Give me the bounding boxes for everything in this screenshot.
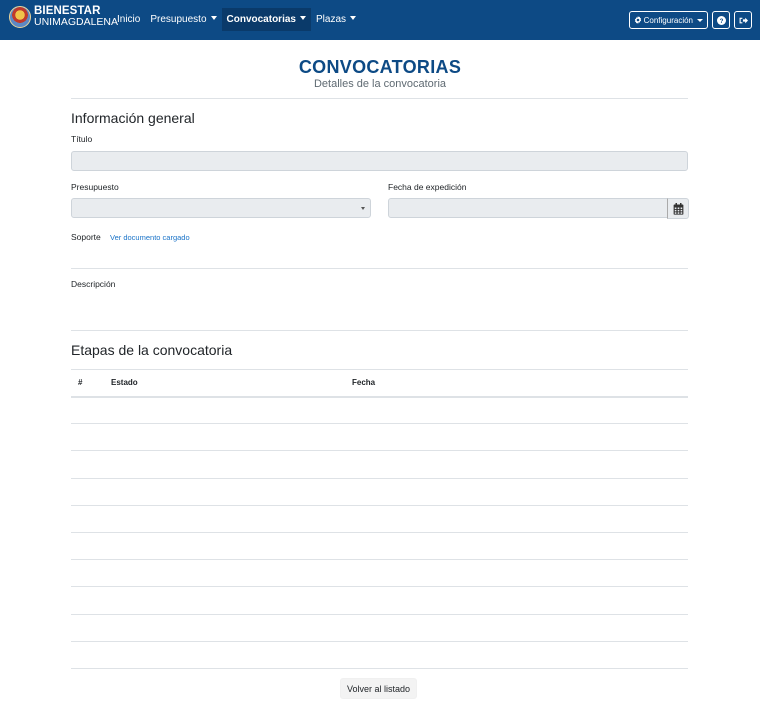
cell-fecha bbox=[345, 396, 688, 425]
cell-number bbox=[71, 478, 104, 506]
table-row bbox=[71, 532, 688, 561]
university-logo bbox=[9, 6, 31, 28]
general-info-heading: Información general bbox=[71, 110, 195, 126]
cell-estado bbox=[104, 641, 345, 669]
nav-item-label: Convocatorias bbox=[226, 14, 296, 25]
select-arrow-icon bbox=[361, 207, 365, 210]
cell-fecha bbox=[345, 423, 688, 452]
cell-fecha bbox=[345, 559, 688, 588]
cell-estado bbox=[104, 396, 345, 425]
brand[interactable]: BIENESTAR UNIMAGDALENA bbox=[9, 5, 119, 28]
budget-select[interactable] bbox=[71, 198, 371, 218]
header-divider bbox=[71, 98, 688, 99]
cell-estado bbox=[104, 423, 345, 452]
cell-estado bbox=[104, 505, 345, 533]
brand-line2: UNIMAGDALENA bbox=[34, 16, 119, 28]
cell-fecha bbox=[345, 478, 688, 506]
nav-item-label: Plazas bbox=[315, 14, 346, 25]
caret-down-icon bbox=[697, 18, 703, 22]
table-row bbox=[71, 559, 688, 588]
cell-number bbox=[71, 614, 104, 642]
cell-number bbox=[71, 505, 104, 533]
nav-item-presupuesto[interactable]: Presupuesto bbox=[145, 8, 221, 31]
nav-item-inicio[interactable]: Inicio bbox=[112, 8, 145, 31]
calendar-icon bbox=[673, 202, 683, 215]
config-dropdown-button[interactable]: Configuración bbox=[628, 11, 708, 29]
table-row bbox=[71, 586, 688, 615]
table-row bbox=[71, 641, 688, 669]
question-circle-icon: ? bbox=[716, 15, 726, 25]
page-subtitle: Detalles de la convocatoria bbox=[313, 78, 447, 90]
main-nav: Inicio Presupuesto Convocatorias Plazas bbox=[112, 8, 361, 31]
caret-down-icon bbox=[299, 16, 306, 20]
page-title: CONVOCATORIAS bbox=[298, 57, 462, 77]
cell-fecha bbox=[345, 586, 688, 615]
brand-text: BIENESTAR UNIMAGDALENA bbox=[34, 5, 119, 28]
stages-table: # Estado Fecha bbox=[71, 369, 688, 669]
sign-out-icon bbox=[739, 17, 748, 23]
column-header-estado: Estado bbox=[104, 369, 345, 398]
table-row bbox=[71, 614, 688, 642]
table-row bbox=[71, 478, 688, 506]
cell-estado bbox=[104, 532, 345, 561]
table-row bbox=[71, 505, 688, 533]
nav-item-convocatorias[interactable]: Convocatorias bbox=[221, 8, 311, 31]
cell-estado bbox=[104, 559, 345, 588]
cell-number bbox=[71, 559, 104, 588]
cell-fecha bbox=[345, 641, 688, 669]
calendar-button[interactable] bbox=[667, 198, 689, 219]
cell-number bbox=[71, 423, 104, 452]
cell-number bbox=[71, 450, 104, 479]
cell-number bbox=[71, 532, 104, 561]
table-row bbox=[71, 450, 688, 479]
cell-estado bbox=[104, 478, 345, 506]
cell-fecha bbox=[345, 505, 688, 533]
budget-label: Presupuesto bbox=[71, 182, 119, 192]
cell-fecha bbox=[345, 450, 688, 479]
title-field[interactable] bbox=[71, 151, 688, 171]
column-header-number: # bbox=[71, 369, 104, 398]
cell-estado bbox=[104, 586, 345, 615]
nav-item-plazas[interactable]: Plazas bbox=[311, 8, 361, 31]
config-label: Configuración bbox=[643, 15, 693, 25]
table-row bbox=[71, 396, 688, 425]
date-label: Fecha de expedición bbox=[388, 182, 467, 192]
help-button[interactable]: ? bbox=[712, 11, 730, 29]
date-field[interactable] bbox=[388, 198, 668, 218]
view-document-link[interactable]: Ver documento cargado bbox=[110, 233, 190, 242]
column-header-fecha: Fecha bbox=[345, 369, 688, 398]
stages-heading: Etapas de la convocatoria bbox=[71, 342, 233, 358]
section-divider bbox=[71, 268, 688, 269]
svg-text:?: ? bbox=[719, 17, 723, 24]
cell-fecha bbox=[345, 614, 688, 642]
gear-icon bbox=[634, 16, 641, 24]
back-to-list-button[interactable]: Volver al listado bbox=[340, 678, 417, 699]
title-label: Título bbox=[71, 134, 93, 144]
logout-button[interactable] bbox=[734, 11, 752, 29]
cell-number bbox=[71, 586, 104, 615]
description-label: Descripción bbox=[71, 279, 116, 289]
top-navbar: BIENESTAR UNIMAGDALENA Inicio Presupuest… bbox=[0, 0, 760, 40]
table-header-row: # Estado Fecha bbox=[71, 369, 688, 398]
cell-number bbox=[71, 396, 104, 425]
table-row bbox=[71, 423, 688, 452]
nav-item-label: Presupuesto bbox=[150, 14, 207, 25]
nav-right: Configuración ? bbox=[625, 11, 752, 29]
cell-number bbox=[71, 641, 104, 669]
cell-estado bbox=[104, 450, 345, 479]
caret-down-icon bbox=[210, 16, 217, 20]
cell-fecha bbox=[345, 532, 688, 561]
section-divider bbox=[71, 330, 688, 331]
support-label: Soporte bbox=[71, 232, 101, 242]
caret-down-icon bbox=[350, 16, 356, 20]
nav-item-label: Inicio bbox=[117, 14, 141, 25]
cell-estado bbox=[104, 614, 345, 642]
